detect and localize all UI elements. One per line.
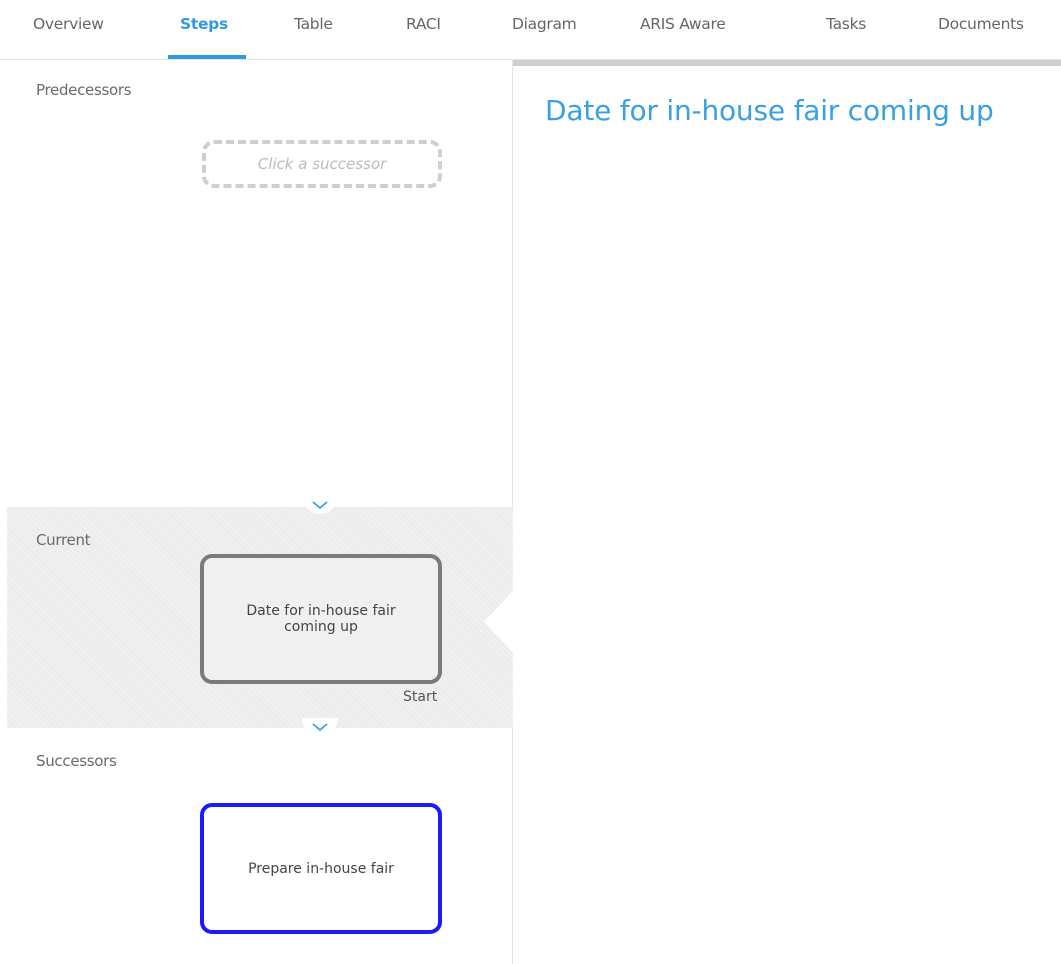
tab-aris-aware[interactable]: ARIS Aware	[640, 15, 726, 33]
detail-top-bar	[513, 60, 1061, 66]
tab-tasks[interactable]: Tasks	[826, 15, 866, 33]
tab-raci[interactable]: RACI	[406, 15, 441, 33]
current-pointer	[484, 590, 514, 654]
active-tab-indicator	[168, 55, 246, 59]
current-step-box[interactable]: Date for in-house fair coming up	[200, 554, 442, 684]
successors-label: Successors	[36, 752, 117, 770]
steps-panel: Predecessors Click a successor Current D…	[0, 60, 514, 964]
predecessor-placeholder[interactable]: Click a successor	[202, 140, 442, 188]
tab-diagram[interactable]: Diagram	[512, 15, 577, 33]
successor-step-box[interactable]: Prepare in-house fair	[200, 803, 442, 934]
tab-table[interactable]: Table	[294, 15, 333, 33]
tab-steps[interactable]: Steps	[180, 15, 228, 33]
current-label: Current	[36, 531, 91, 549]
detail-panel: Date for in-house fair coming up	[513, 60, 1061, 964]
tab-bar: Overview Steps Table RACI Diagram ARIS A…	[0, 0, 1061, 60]
tab-overview[interactable]: Overview	[33, 15, 104, 33]
tab-documents[interactable]: Documents	[938, 15, 1024, 33]
start-tag: Start	[403, 689, 438, 705]
detail-title: Date for in-house fair coming up	[545, 94, 994, 127]
predecessors-label: Predecessors	[36, 81, 132, 99]
chevron-down-icon[interactable]	[302, 718, 338, 736]
successor-step-name: Prepare in-house fair	[248, 860, 394, 877]
current-step-name: Date for in-house fair coming up	[246, 603, 396, 635]
